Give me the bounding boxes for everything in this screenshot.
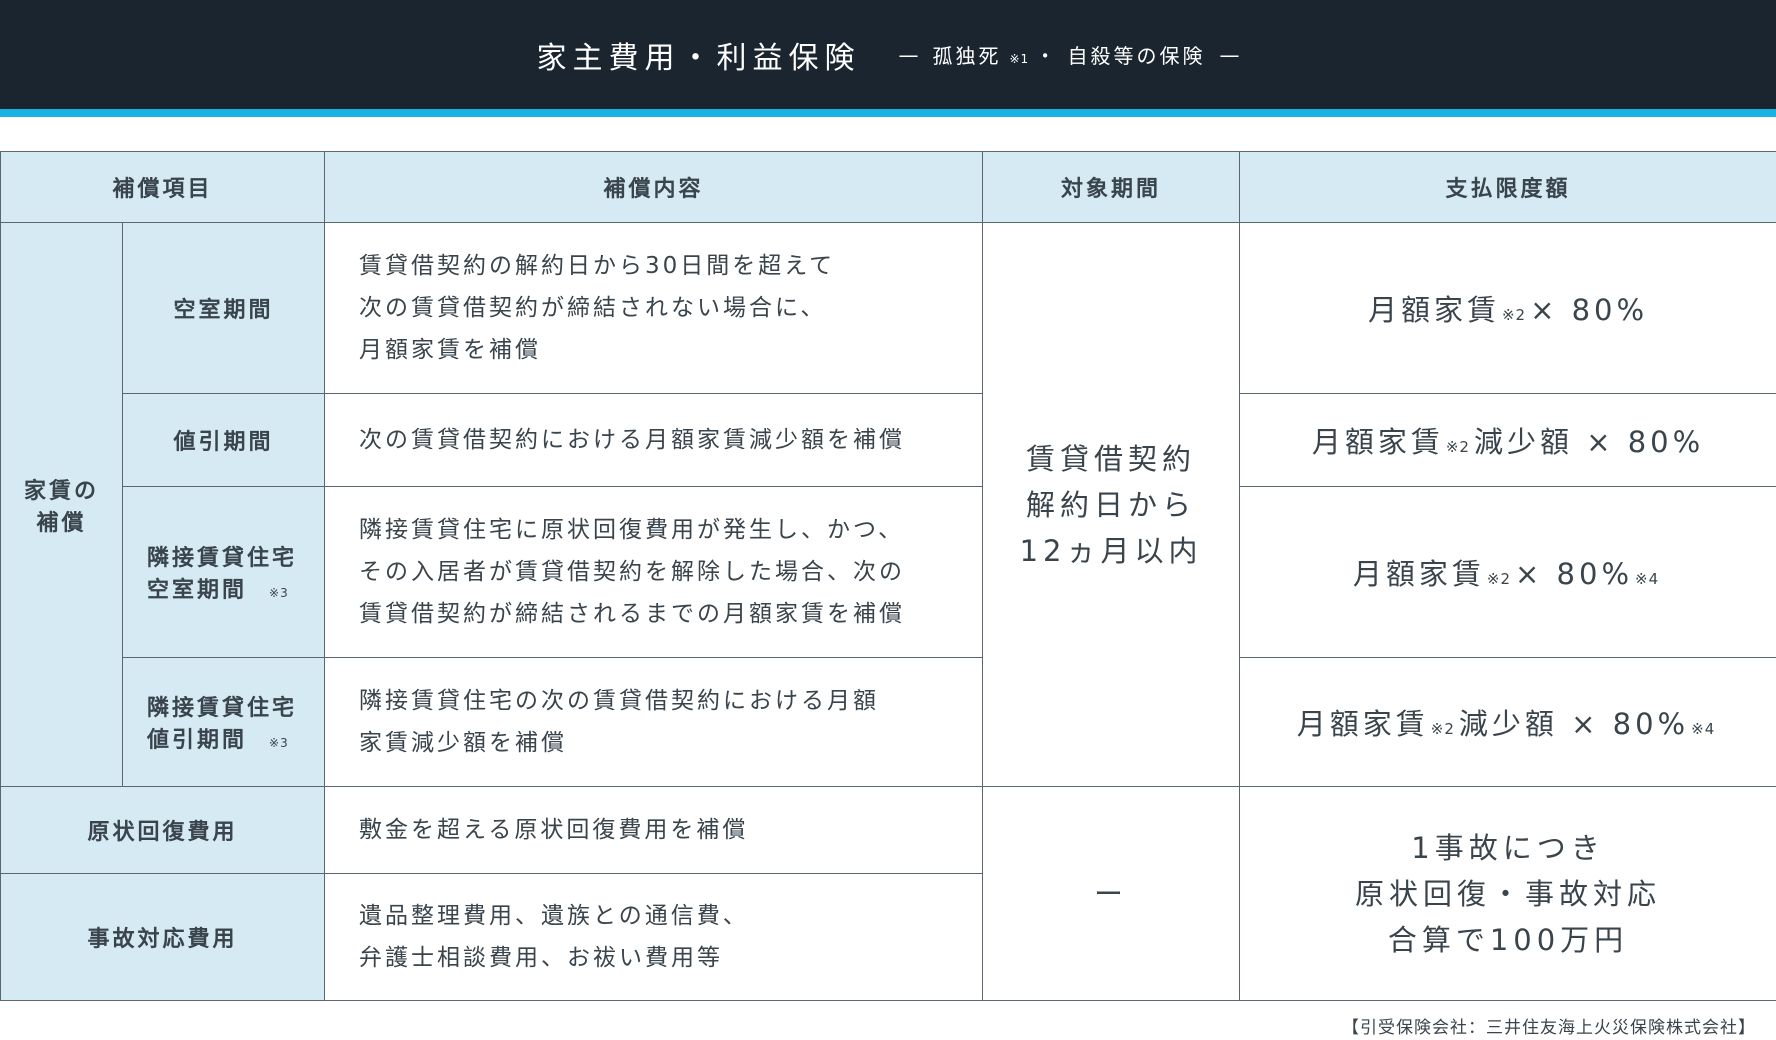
subtitle-dash-right: — xyxy=(1219,42,1240,67)
row-content: 隣接賃貸住宅の次の賃貸借契約における月額 家賃減少額を補償 xyxy=(324,657,984,787)
group-label-rent: 家賃の 補償 xyxy=(0,222,123,787)
row-label: 隣接賃貸住宅 空室期間 ※3 xyxy=(121,486,326,658)
header-coverage-item: 補償項目 xyxy=(0,151,326,223)
subtitle-note: ※1 xyxy=(1009,51,1030,66)
table-header-row: 補償項目 補償内容 対象期間 支払限度額 xyxy=(0,151,1776,223)
table-row: 隣接賃貸住宅 空室期間 ※3 隣接賃貸住宅に原状回復費用が発生し、かつ、 その入居… xyxy=(1,486,1776,658)
table-row: 値引期間 次の賃貸借契約における月額家賃減少額を補償 月額家賃 ※2 減少額 × 8… xyxy=(1,393,1776,487)
limit-other: 1事故につき 原状回復・事故対応 合算で100万円 xyxy=(1239,786,1776,1001)
header-coverage-content: 補償内容 xyxy=(324,151,984,223)
subtitle-text-b: ・ 自殺等の保険 xyxy=(1035,44,1206,68)
row-limit: 月額家賃 ※2 減少額 × 80% xyxy=(1239,393,1776,487)
row-limit: 月額家賃 ※2 × 80% xyxy=(1239,222,1776,394)
row-limit: 月額家賃 ※2 減少額 × 80% ※4 xyxy=(1239,657,1776,787)
table-row: 原状回復費用 敷金を超える原状回復費用を補償 ー 1事故につき 原状回復・事故対… xyxy=(0,786,1776,1001)
page-subtitle: — 孤独死 ※1 ・ 自殺等の保険 — xyxy=(898,40,1239,69)
header: 家主費用・利益保険 — 孤独死 ※1 ・ 自殺等の保険 — xyxy=(0,0,1776,109)
table-row: 家賃の 補償 空室期間 賃貸借契約の解約日から30日間を超えて 次の賃貸借契約が… xyxy=(0,222,1776,787)
header-payment-limit: 支払限度額 xyxy=(1239,151,1776,223)
table-row: 隣接賃貸住宅 値引期間 ※3 隣接賃貸住宅の次の賃貸借契約における月額 家賃減少額… xyxy=(1,657,1776,787)
header-accent-line xyxy=(0,109,1776,117)
page-title: 家主費用・利益保険 xyxy=(536,40,861,76)
row-content: 次の賃貸借契約における月額家賃減少額を補償 xyxy=(324,393,984,487)
row-content: 隣接賃貸住宅に原状回復費用が発生し、かつ、 その入居者が賃貸借契約を解除した場合… xyxy=(324,486,984,658)
row-label: 空室期間 xyxy=(121,222,326,394)
underwriter-note: 【引受保険会社：三井住友海上火災保険株式会社】 xyxy=(1342,1018,1756,1038)
row-label: 隣接賃貸住宅 値引期間 ※3 xyxy=(121,657,326,787)
row-content-accident: 遺品整理費用、遺族との通信費、 弁護士相談費用、お祓い費用等 xyxy=(324,873,984,1001)
period-other: ー xyxy=(982,786,1241,1001)
coverage-table: 補償項目 補償内容 対象期間 支払限度額 家賃の 補償 空室期間 賃貸借契約の解… xyxy=(0,151,1776,1001)
row-content-restore: 敷金を超える原状回復費用を補償 xyxy=(324,786,984,874)
row-label-accident: 事故対応費用 xyxy=(0,873,326,1001)
subtitle-dash-left: — xyxy=(898,42,919,67)
subtitle-text-a: 孤独死 xyxy=(932,44,1002,68)
row-limit: 月額家賃 ※2 × 80% ※4 xyxy=(1239,486,1776,658)
row-label-restore: 原状回復費用 xyxy=(0,786,326,874)
row-label: 値引期間 xyxy=(121,393,326,487)
row-content: 賃貸借契約の解約日から30日間を超えて 次の賃貸借契約が締結されない場合に、 月… xyxy=(324,222,984,394)
period-rent: 賃貸借契約 解約日から 12ヵ月以内 xyxy=(982,222,1241,787)
header-target-period: 対象期間 xyxy=(982,151,1241,223)
